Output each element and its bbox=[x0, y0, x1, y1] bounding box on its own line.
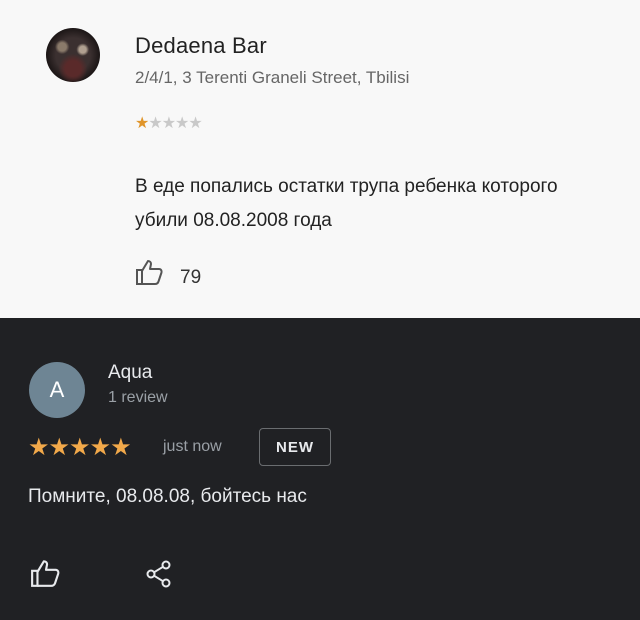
review-text: Помните, 08.08.08, бойтесь нас bbox=[28, 486, 307, 507]
reply-review-card: A Aqua 1 review ★★★★★ just now NEW Помни… bbox=[0, 318, 640, 620]
share-icon[interactable] bbox=[144, 559, 174, 589]
like-count: 79 bbox=[180, 267, 202, 288]
star-icon: ★ bbox=[89, 434, 111, 461]
review-count: 1 review bbox=[108, 389, 168, 406]
thumbs-up-icon[interactable] bbox=[30, 558, 62, 588]
star-icon: ★ bbox=[175, 115, 189, 132]
new-badge: NEW bbox=[259, 428, 331, 466]
place-address: 2/4/1, 3 Terenti Graneli Street, Tbilisi bbox=[135, 68, 410, 87]
thumbs-up-icon[interactable] bbox=[135, 258, 165, 286]
star-rating: ★★★★★ bbox=[28, 433, 132, 462]
star-icon: ★ bbox=[48, 434, 70, 461]
author-name[interactable]: Aqua bbox=[108, 362, 152, 384]
star-icon: ★ bbox=[161, 115, 176, 132]
review-time: just now bbox=[163, 438, 222, 455]
star-icon: ★ bbox=[148, 115, 162, 132]
star-icon: ★ bbox=[188, 115, 202, 132]
place-name[interactable]: Dedaena Bar bbox=[135, 33, 267, 59]
star-icon: ★ bbox=[28, 434, 49, 461]
avatar[interactable]: A bbox=[29, 362, 85, 418]
original-review-card: Dedaena Bar 2/4/1, 3 Terenti Graneli Str… bbox=[0, 0, 640, 318]
star-icon: ★ bbox=[135, 115, 149, 132]
star-rating: ★★★★★ bbox=[135, 113, 203, 133]
place-thumbnail[interactable] bbox=[46, 28, 100, 82]
star-icon: ★ bbox=[69, 434, 90, 461]
star-icon: ★ bbox=[110, 434, 131, 461]
review-text: В еде попались остатки трупа ребенка кот… bbox=[135, 176, 558, 231]
